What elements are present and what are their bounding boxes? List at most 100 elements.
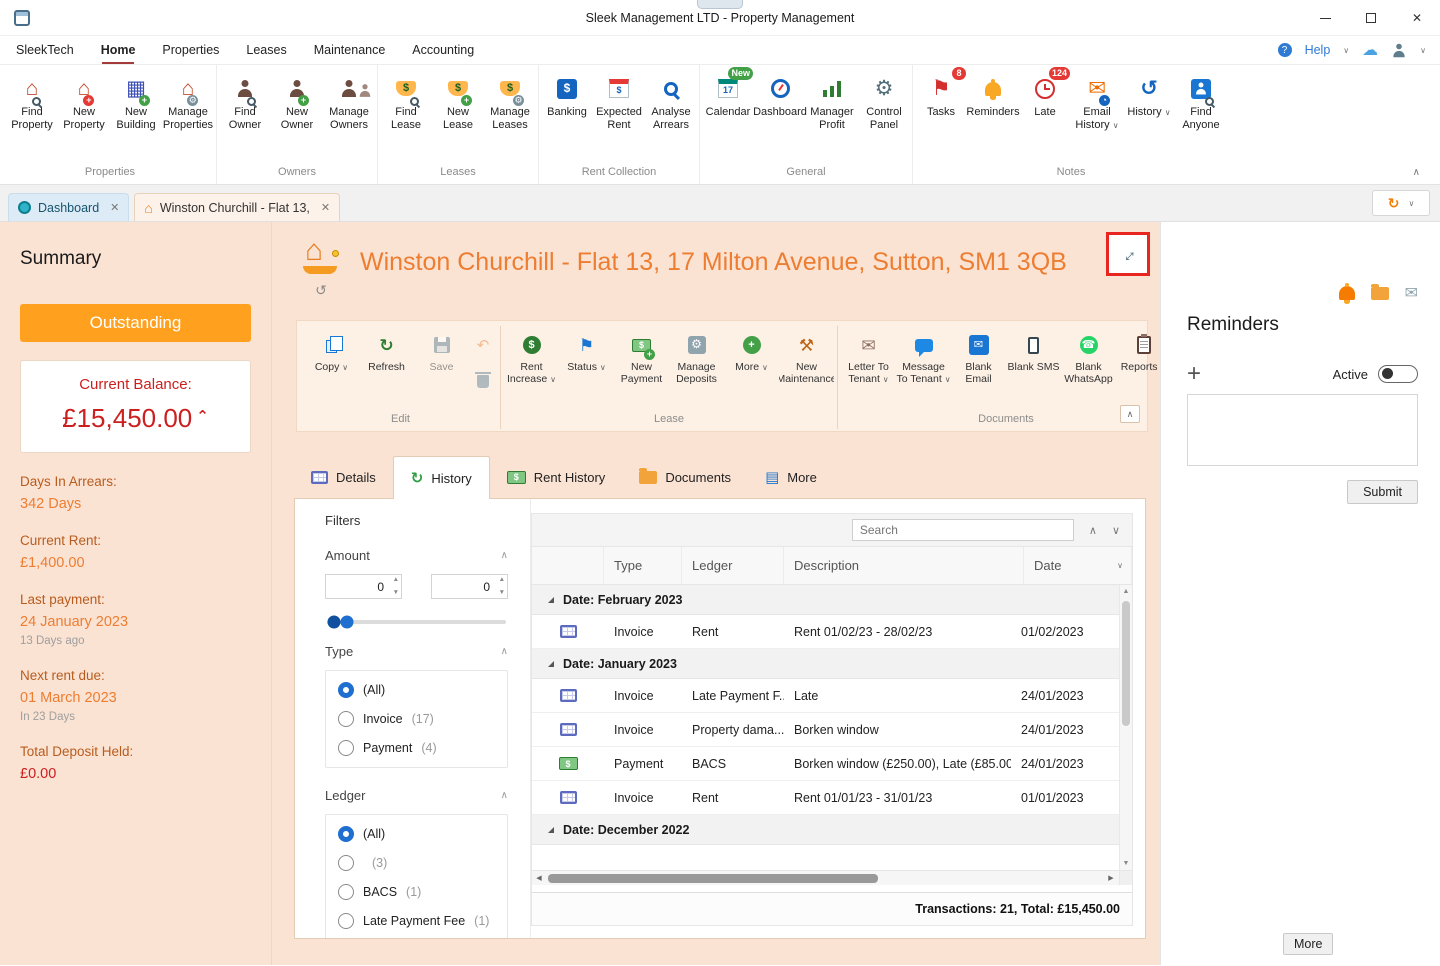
- radio-type-invoice[interactable]: Invoice (17): [338, 711, 495, 727]
- manager-profit-button[interactable]: Manager Profit: [806, 70, 858, 163]
- user-chevron-icon[interactable]: ∨: [1420, 46, 1426, 55]
- column-ledger[interactable]: Ledger: [682, 547, 784, 584]
- blank-sms-button[interactable]: Blank SMS: [1006, 326, 1061, 411]
- rent-increase-button[interactable]: $ Rent Increase ∨: [504, 326, 559, 411]
- tab-dashboard[interactable]: Dashboard ✕: [8, 193, 130, 221]
- search-input[interactable]: [851, 519, 1074, 541]
- folder-icon[interactable]: [1370, 283, 1389, 300]
- more-lease-button[interactable]: + More ∨: [724, 326, 779, 411]
- mail-icon[interactable]: ✉: [1405, 283, 1418, 303]
- expected-rent-button[interactable]: $ Expected Rent: [593, 70, 645, 163]
- radio-ledger-blank[interactable]: (3): [338, 855, 495, 871]
- menu-maintenance[interactable]: Maintenance: [314, 43, 386, 57]
- search-down-icon[interactable]: ∨: [1112, 524, 1120, 537]
- scroll-down-icon[interactable]: ▼: [1120, 860, 1132, 867]
- lease-ribbon-collapse-icon[interactable]: ∧: [1120, 405, 1140, 423]
- blank-email-button[interactable]: ✉ Blank Email: [951, 326, 1006, 411]
- manage-owners-button[interactable]: Manage Owners: [323, 70, 375, 163]
- history-button[interactable]: ↺ History ∨: [1123, 70, 1175, 163]
- tasks-button[interactable]: 8 ⚑ Tasks: [915, 67, 967, 163]
- manage-deposits-button[interactable]: ⚙ Manage Deposits: [669, 326, 724, 411]
- new-maintenance-button[interactable]: ⚒ New Maintenance: [779, 326, 834, 411]
- expand-button-highlighted[interactable]: ↔: [1106, 232, 1150, 276]
- spinner-icons[interactable]: ▲ ▼: [499, 576, 505, 596]
- new-lease-button[interactable]: $ + New Lease: [432, 70, 484, 163]
- tab-history[interactable]: ↻ History: [392, 456, 490, 499]
- calendar-button[interactable]: New 17 Calendar: [702, 67, 754, 163]
- filter-section-ledger[interactable]: Ledger ∧: [325, 788, 508, 803]
- late-button[interactable]: 124 Late: [1019, 67, 1071, 163]
- table-row[interactable]: Invoice Property dama... Borken window 2…: [532, 713, 1119, 747]
- new-building-button[interactable]: ▦ + New Building: [110, 70, 162, 163]
- column-type[interactable]: Type: [604, 547, 682, 584]
- tab-details[interactable]: Details: [294, 456, 393, 498]
- user-icon[interactable]: [1393, 43, 1406, 57]
- analyse-arrears-button[interactable]: Analyse Arrears: [645, 70, 697, 163]
- table-row[interactable]: Invoice Rent Rent 01/01/23 - 31/01/23 01…: [532, 781, 1119, 815]
- radio-type-payment[interactable]: Payment (4): [338, 740, 495, 756]
- menu-home[interactable]: Home: [101, 43, 135, 64]
- maximize-button[interactable]: [1348, 0, 1394, 36]
- vertical-scroll-thumb[interactable]: [1122, 601, 1130, 727]
- new-property-button[interactable]: ⌂ + New Property: [58, 70, 110, 163]
- refresh-button[interactable]: ↻ Refresh: [359, 326, 414, 411]
- more-button[interactable]: More: [1283, 933, 1334, 955]
- amount-range-slider[interactable]: [327, 615, 506, 629]
- outstanding-button[interactable]: Outstanding: [20, 304, 251, 342]
- copy-button[interactable]: Copy ∨: [304, 326, 359, 411]
- group-row-january-2023[interactable]: Date: January 2023: [532, 649, 1119, 679]
- letter-to-tenant-button[interactable]: ✉ Letter To Tenant ∨: [841, 326, 896, 411]
- slider-handle-min[interactable]: [327, 615, 341, 629]
- reminder-input[interactable]: [1187, 394, 1418, 466]
- submit-button[interactable]: Submit: [1347, 480, 1418, 504]
- bell-icon[interactable]: [1338, 283, 1355, 304]
- scroll-up-icon[interactable]: ▲: [1120, 588, 1132, 595]
- help-button[interactable]: Help: [1305, 43, 1331, 57]
- tab-documents[interactable]: Documents: [622, 456, 748, 498]
- amount-max-input[interactable]: 0 ▲ ▼: [431, 574, 508, 599]
- status-button[interactable]: ⚑ Status ∨: [559, 326, 614, 411]
- cloud-icon[interactable]: ☁: [1362, 40, 1378, 60]
- close-tab-icon[interactable]: ✕: [110, 201, 119, 214]
- radio-ledger-all[interactable]: (All): [338, 826, 495, 842]
- scroll-right-icon[interactable]: ▶: [1104, 871, 1118, 885]
- manage-properties-button[interactable]: ⌂ ⚙ Manage Properties: [162, 70, 214, 163]
- group-row-february-2023[interactable]: Date: February 2023: [532, 585, 1119, 615]
- radio-ledger-bacs[interactable]: BACS (1): [338, 884, 495, 900]
- blank-whatsapp-button[interactable]: ☎ Blank WhatsApp: [1061, 326, 1116, 411]
- help-chevron-icon[interactable]: ∨: [1343, 46, 1349, 55]
- refresh-tab-button[interactable]: ↻ ∨: [1372, 190, 1430, 216]
- new-payment-button[interactable]: $ + New Payment: [614, 326, 669, 411]
- close-button[interactable]: ✕: [1394, 0, 1440, 36]
- column-icon[interactable]: [532, 547, 604, 584]
- menu-sleektech[interactable]: SleekTech: [16, 43, 74, 57]
- manage-leases-button[interactable]: $ ⚙ Manage Leases: [484, 70, 536, 163]
- horizontal-scrollbar[interactable]: ◀ ▶: [532, 870, 1132, 885]
- scroll-left-icon[interactable]: ◀: [532, 871, 546, 885]
- table-row[interactable]: Invoice Late Payment F... Late 24/01/202…: [532, 679, 1119, 713]
- table-row[interactable]: Invoice Rent Rent 01/02/23 - 28/02/23 01…: [532, 615, 1119, 649]
- menu-leases[interactable]: Leases: [246, 43, 286, 57]
- email-history-button[interactable]: ✉ ◔ Email History ∨: [1071, 70, 1123, 163]
- close-tab-icon[interactable]: ✕: [321, 201, 330, 214]
- message-to-tenant-button[interactable]: Message To Tenant ∨: [896, 326, 951, 411]
- new-owner-button[interactable]: + New Owner: [271, 70, 323, 163]
- table-row[interactable]: $ Payment BACS Borken window (£250.00), …: [532, 747, 1119, 781]
- control-panel-button[interactable]: ⚙ Control Panel: [858, 70, 910, 163]
- find-lease-button[interactable]: $ Find Lease: [380, 70, 432, 163]
- column-description[interactable]: Description: [784, 547, 1024, 584]
- save-button[interactable]: Save: [414, 326, 469, 411]
- search-up-icon[interactable]: ∧: [1089, 524, 1097, 537]
- find-anyone-button[interactable]: Find Anyone: [1175, 70, 1227, 163]
- menu-accounting[interactable]: Accounting: [412, 43, 474, 57]
- menu-properties[interactable]: Properties: [162, 43, 219, 57]
- radio-type-all[interactable]: (All): [338, 682, 495, 698]
- reminders-button[interactable]: Reminders: [966, 70, 1020, 163]
- slider-handle-max[interactable]: [340, 615, 354, 629]
- banking-button[interactable]: $ Banking: [541, 70, 593, 163]
- filter-section-amount[interactable]: Amount ∧: [325, 548, 508, 563]
- ribbon-collapse-icon[interactable]: ∧: [1413, 167, 1420, 178]
- horizontal-scroll-thumb[interactable]: [548, 874, 878, 883]
- find-owner-button[interactable]: Find Owner: [219, 70, 271, 163]
- tab-rent-history[interactable]: $ Rent History: [490, 456, 623, 498]
